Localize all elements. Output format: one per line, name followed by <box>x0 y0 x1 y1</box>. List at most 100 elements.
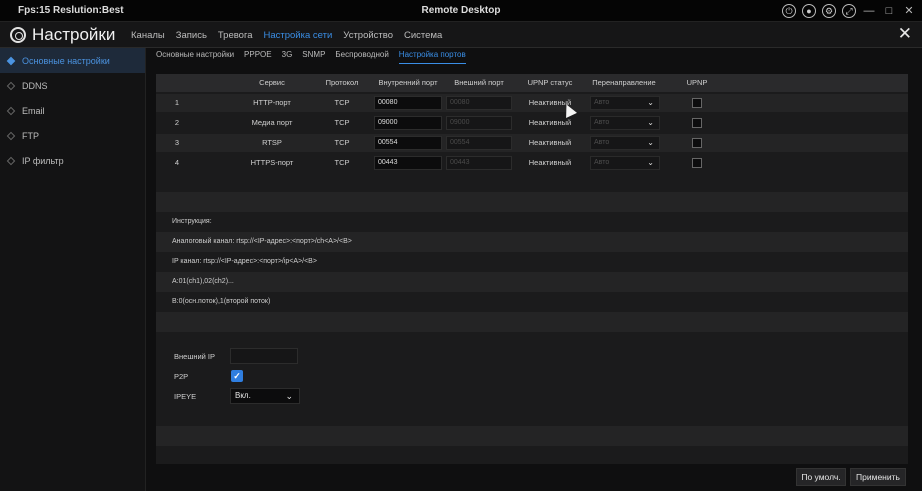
subtab-wireless[interactable]: Беспроводной <box>335 50 388 64</box>
internal-port-input[interactable]: 00554 <box>374 136 442 150</box>
table-row: 3 RTSP TCP 00554 00554 Неактивный Авто ⌄ <box>156 134 908 152</box>
chevron-down-icon: ⌄ <box>647 158 654 167</box>
ipeye-label: IPEYE <box>174 392 197 401</box>
internal-port-input[interactable]: 00443 <box>374 156 442 170</box>
external-ip-input <box>230 348 298 364</box>
header-protocol: Протокол <box>325 78 359 87</box>
instruction-row: IP канал: rtsp://<IP-адрес>:<порт>/ip<A>… <box>156 252 908 272</box>
default-button[interactable]: По умолч. <box>796 468 846 486</box>
tab-alarm[interactable]: Тревога <box>218 30 253 41</box>
row-number: 2 <box>174 118 180 127</box>
instruction-line: A:01(ch1),02(ch2)... <box>172 278 234 285</box>
record-icon[interactable]: ● <box>802 4 816 18</box>
sidebar-item-label: IP фильтр <box>22 155 64 166</box>
chevron-down-icon: ⌄ <box>647 138 654 147</box>
p2p-row: P2P ✓ <box>156 366 908 386</box>
external-port-input: 00443 <box>446 156 512 170</box>
redirect-select: Авто ⌄ <box>590 116 660 130</box>
ports-panel: Сервис Протокол Внутренний порт Внешний … <box>156 74 908 464</box>
settings-close-button[interactable]: ✕ <box>898 25 912 43</box>
settings-menubar: Настройки Каналы Запись Тревога Настройк… <box>0 22 922 48</box>
instruction-line: Аналоговый канал: rtsp://<IP-адрес>:<пор… <box>172 238 352 245</box>
diamond-icon <box>6 56 16 65</box>
sidebar-item-ip-filter[interactable]: IP фильтр <box>0 148 145 173</box>
window-close-button[interactable]: ✕ <box>902 4 916 18</box>
sidebar-item-label: FTP <box>22 130 39 141</box>
sidebar-item-ddns[interactable]: DDNS <box>0 73 145 98</box>
subtab-3g[interactable]: 3G <box>282 50 293 64</box>
empty-row <box>156 192 908 212</box>
p2p-checkbox[interactable]: ✓ <box>231 370 243 382</box>
fps-status-text: Fps:15 Reslution:Best <box>18 5 124 16</box>
upnp-checkbox[interactable] <box>692 138 702 148</box>
app-title: Настройки <box>10 25 115 45</box>
header-upnp: UPNP <box>686 78 708 87</box>
internal-port-input[interactable]: 00080 <box>374 96 442 110</box>
table-row: 1 HTTP-порт TCP 00080 00080 Неактивный А… <box>156 94 908 112</box>
instruction-title: Инструкция: <box>172 218 212 225</box>
subtab-basic[interactable]: Основные настройки <box>156 50 234 64</box>
maximize-button[interactable]: □ <box>882 4 896 18</box>
diamond-icon <box>6 106 16 115</box>
tab-record[interactable]: Запись <box>176 30 207 41</box>
sidebar: Основные настройки DDNS Email FTP IP фил… <box>0 48 146 491</box>
external-port-input: 00080 <box>446 96 512 110</box>
header-service: Сервис <box>259 78 285 87</box>
upnp-status: Неактивный <box>528 138 572 147</box>
apply-button[interactable]: Применить <box>850 468 906 486</box>
upnp-checkbox[interactable] <box>692 118 702 128</box>
subtabs: Основные настройки PPPOE 3G SNMP Беспров… <box>156 50 466 64</box>
upnp-checkbox[interactable] <box>692 98 702 108</box>
chevron-down-icon: ⌄ <box>647 118 654 127</box>
external-port-input: 09000 <box>446 116 512 130</box>
upnp-status: Неактивный <box>528 158 572 167</box>
redirect-select: Авто ⌄ <box>590 96 660 110</box>
subtab-port-settings[interactable]: Настройка портов <box>398 50 466 64</box>
ipeye-row: IPEYE Вкл. ⌄ <box>156 386 908 406</box>
empty-row <box>156 426 908 446</box>
row-service: HTTPS-порт <box>250 158 294 167</box>
instruction-row: Аналоговый канал: rtsp://<IP-адрес>:<пор… <box>156 232 908 252</box>
sidebar-item-email[interactable]: Email <box>0 98 145 123</box>
chevron-down-icon: ⌄ <box>285 391 293 401</box>
tab-channels[interactable]: Каналы <box>131 30 165 41</box>
external-ip-label: Внешний IP <box>174 352 216 361</box>
sidebar-item-basic[interactable]: Основные настройки <box>0 48 145 73</box>
window-titlebar: Fps:15 Reslution:Best Remote Desktop ⏻ ●… <box>0 0 922 22</box>
instruction-row: A:01(ch1),02(ch2)... <box>156 272 908 292</box>
main-content: Основные настройки PPPOE 3G SNMP Беспров… <box>146 48 922 491</box>
gear-icon <box>10 27 26 43</box>
settings-icon[interactable]: ⚙ <box>822 4 836 18</box>
tab-device[interactable]: Устройство <box>343 30 393 41</box>
sidebar-item-ftp[interactable]: FTP <box>0 123 145 148</box>
sidebar-item-label: DDNS <box>22 80 48 91</box>
header-internal-port: Внутренний порт <box>378 78 438 87</box>
minimize-button[interactable]: — <box>862 4 876 18</box>
tab-network[interactable]: Настройка сети <box>264 30 333 41</box>
fullscreen-icon[interactable]: ⤢ <box>842 4 856 18</box>
empty-row <box>156 312 908 332</box>
external-ip-row: Внешний IP <box>156 346 908 366</box>
diamond-icon <box>6 156 16 165</box>
chevron-down-icon: ⌄ <box>647 98 654 107</box>
subtab-pppoe[interactable]: PPPOE <box>244 50 272 64</box>
ipeye-select[interactable]: Вкл. ⌄ <box>230 388 300 404</box>
row-protocol: TCP <box>334 98 350 107</box>
row-service: Медиа порт <box>251 118 293 127</box>
table-row: 4 HTTPS-порт TCP 00443 00443 Неактивный … <box>156 154 908 172</box>
row-protocol: TCP <box>334 138 350 147</box>
tab-system[interactable]: Система <box>404 30 442 41</box>
row-service: HTTP-порт <box>253 98 291 107</box>
row-number: 1 <box>174 98 180 107</box>
sidebar-item-label: Email <box>22 105 45 116</box>
power-icon[interactable]: ⏻ <box>782 4 796 18</box>
upnp-checkbox[interactable] <box>692 158 702 168</box>
row-service: RTSP <box>262 138 282 147</box>
redirect-select: Авто ⌄ <box>590 136 660 150</box>
upnp-status: Неактивный <box>528 118 572 127</box>
table-header: Сервис Протокол Внутренний порт Внешний … <box>156 74 908 92</box>
subtab-snmp[interactable]: SNMP <box>302 50 325 64</box>
settings-title: Настройки <box>32 25 116 44</box>
internal-port-input[interactable]: 09000 <box>374 116 442 130</box>
row-number: 4 <box>174 158 180 167</box>
